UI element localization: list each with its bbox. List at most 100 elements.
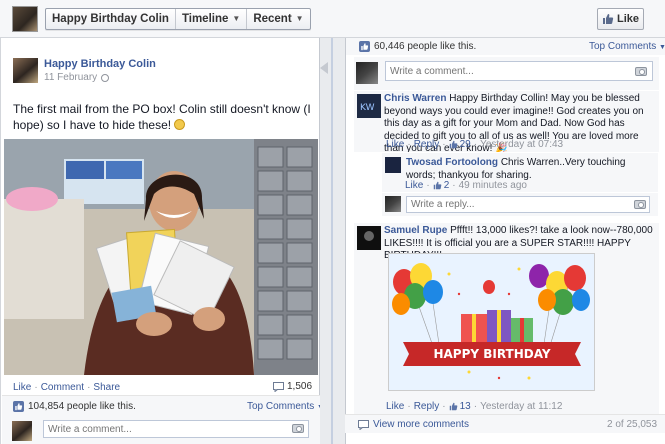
reply-meta: Like · 2 · 49 minutes ago — [405, 180, 527, 191]
camera-icon[interactable] — [292, 424, 304, 433]
separator-dot: · — [87, 382, 91, 393]
post-author[interactable]: Happy Birthday Colin — [44, 58, 156, 70]
commenter-name[interactable]: Chris Warren — [384, 93, 446, 104]
commenter-name[interactable]: Samuel Rupe — [384, 225, 447, 236]
comment-bubble-icon — [273, 381, 284, 392]
timeline-divider — [331, 38, 333, 444]
post-card: Happy Birthday Colin 11 February The fir… — [0, 38, 324, 444]
comment-like-count[interactable]: 29 — [449, 139, 471, 150]
reply-like-count[interactable]: 2 — [433, 180, 450, 191]
chevron-down-icon: ▼ — [295, 14, 304, 23]
avatar[interactable] — [357, 226, 381, 250]
comment-count[interactable]: 1,506 — [273, 381, 312, 392]
post-text-content: The first mail from the PO box! Colin st… — [13, 102, 311, 132]
write-comment-row — [354, 56, 659, 90]
chevron-down-icon: ▼ — [232, 14, 241, 23]
thumbs-up-icon — [13, 401, 24, 412]
camera-icon[interactable] — [634, 200, 646, 209]
recent-dropdown[interactable]: Recent ▼ — [247, 9, 309, 29]
thumbs-up-icon — [449, 402, 457, 411]
comment-like-link[interactable]: Like — [386, 401, 404, 412]
thumbs-up-icon — [602, 14, 614, 24]
breadcrumb-page-name[interactable]: Happy Birthday Colin — [46, 9, 176, 29]
top-comments-label: Top Comments — [589, 41, 657, 52]
avatar[interactable]: KW — [357, 94, 381, 118]
breadcrumb: Happy Birthday Colin Timeline ▼ Recent ▼ — [45, 8, 311, 30]
comment-meta: Like · Reply · 13 · Yesterday at 11:12 — [386, 401, 563, 412]
comment-like-count-value: 13 — [459, 401, 471, 412]
banner-text: HAPPY BIRTHDAY — [433, 347, 550, 361]
view-more-row: View more comments 2 of 25,053 — [345, 414, 665, 433]
thumbs-up-icon — [449, 140, 457, 149]
view-more-label: View more comments — [373, 419, 469, 430]
birthday-illustration: HAPPY BIRTHDAY — [389, 254, 594, 390]
reply-body: Twosad Fortoolong Chris Warren..Very tou… — [406, 157, 652, 182]
thumbs-up-icon — [433, 181, 442, 190]
page-header: Happy Birthday Colin Timeline ▼ Recent ▼… — [0, 0, 665, 38]
comment-count-value: 1,506 — [287, 381, 313, 392]
post-text: The first mail from the PO box! Colin st… — [13, 101, 313, 133]
avatar[interactable] — [385, 157, 401, 173]
comment-input[interactable] — [385, 61, 653, 81]
comment-time[interactable]: Yesterday at 11:12 — [480, 401, 562, 412]
avatar — [12, 421, 32, 441]
post-photo[interactable] — [4, 139, 318, 375]
comment-bubble-icon — [358, 419, 369, 430]
reply-input[interactable] — [406, 196, 650, 213]
write-comment-row — [2, 417, 320, 444]
page-thumbnail[interactable] — [12, 6, 38, 32]
globe-icon — [101, 73, 110, 82]
view-more-link[interactable]: View more comments — [358, 419, 469, 430]
top-comments-dropdown[interactable]: Top Comments ▼ — [247, 401, 324, 412]
comment-time[interactable]: Yesterday at 07:43 — [480, 139, 563, 150]
reply-like-link[interactable]: Like — [405, 180, 423, 191]
comment-like-count-value: 29 — [459, 139, 471, 150]
comment-reply-link[interactable]: Reply — [414, 401, 440, 412]
likes-count-text: 104,854 people like this. — [28, 401, 136, 412]
likes-count-text: 60,446 people like this. — [374, 41, 477, 52]
page-name-label: Happy Birthday Colin — [52, 13, 169, 25]
smiley-icon — [174, 119, 186, 130]
replier-name[interactable]: Twosad Fortoolong — [406, 157, 498, 168]
avatar — [356, 62, 378, 84]
pagination: 2 of 25,053 — [607, 419, 657, 430]
avatar[interactable] — [13, 58, 38, 83]
post-share-link[interactable]: Share — [93, 382, 120, 393]
post-comment-link[interactable]: Comment — [41, 382, 84, 393]
birthday-image[interactable]: HAPPY BIRTHDAY — [388, 253, 595, 391]
comment-like-link[interactable]: Like — [386, 139, 404, 150]
pagination-text: 2 of 25,053 — [607, 419, 658, 430]
timeline-dropdown[interactable]: Timeline ▼ — [176, 9, 248, 29]
top-comments-dropdown[interactable]: Top Comments ▼ — [589, 41, 665, 52]
reply-like-count-value: 2 — [443, 180, 450, 191]
thumbs-up-icon — [359, 41, 370, 52]
like-page-button[interactable]: Like — [597, 8, 644, 30]
likes-count[interactable]: 60,446 people like this. — [359, 41, 476, 52]
timeline-pointer — [320, 62, 328, 74]
reply-time[interactable]: 49 minutes ago — [459, 180, 527, 191]
likes-count[interactable]: 104,854 people like this. — [13, 401, 136, 412]
recent-label: Recent — [253, 13, 292, 25]
likes-summary: 104,854 people like this. Top Comments ▼ — [2, 395, 324, 417]
chevron-down-icon: ▼ — [659, 44, 665, 51]
post-timestamp[interactable]: 11 February — [44, 72, 110, 83]
write-reply-row — [382, 192, 658, 216]
timeline-label: Timeline — [181, 13, 229, 25]
post-date: 11 February — [44, 72, 98, 83]
commenter-picture: KW — [357, 94, 381, 118]
comment-meta: Like · Reply · 29 · Yesterday at 07:43 — [386, 139, 564, 150]
separator-dot: · — [34, 382, 38, 393]
like-button-label: Like — [616, 13, 639, 25]
post-action-links: Like · Comment · Share — [13, 382, 120, 393]
post-like-link[interactable]: Like — [13, 382, 31, 393]
commenter-picture — [357, 226, 381, 250]
comment-input[interactable] — [43, 420, 309, 438]
comment-reply-link[interactable]: Reply — [414, 139, 440, 150]
top-comments-label: Top Comments — [247, 401, 315, 412]
camera-icon[interactable] — [635, 67, 647, 76]
likes-summary: 60,446 people like this. Top Comments ▼ — [346, 38, 665, 55]
avatar — [385, 196, 401, 212]
svg-text:KW: KW — [360, 103, 375, 113]
comment-like-count[interactable]: 13 — [449, 401, 471, 412]
photo-illustration — [4, 139, 318, 375]
